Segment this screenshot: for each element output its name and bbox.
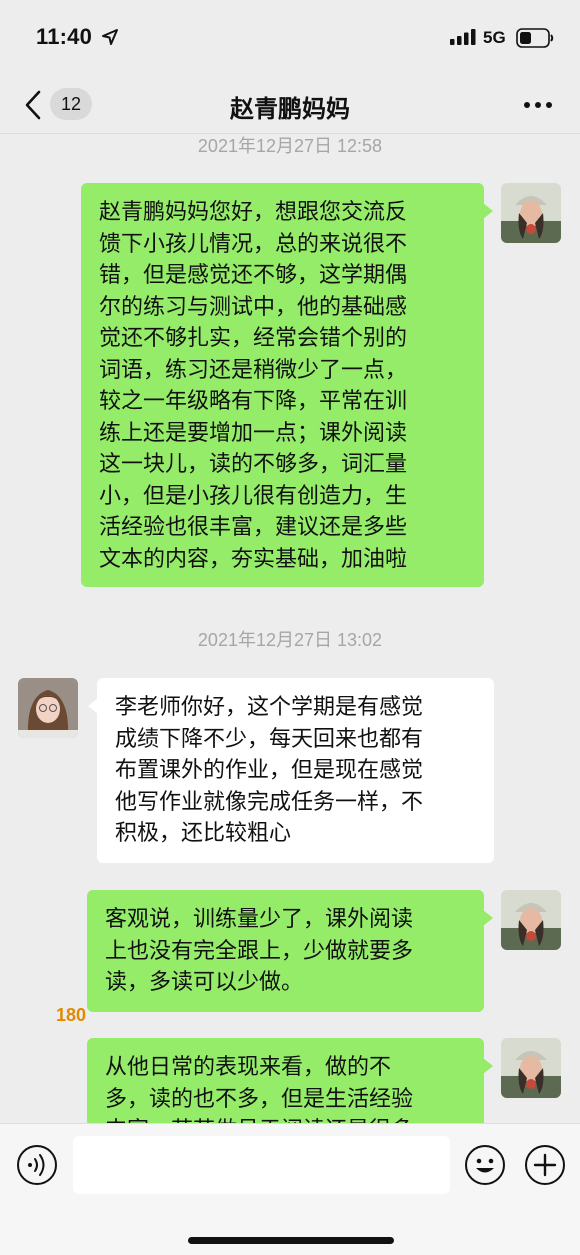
chat-message-list[interactable]: 2021年12月27日 12:58 赵青鹏妈妈您好，想跟您交流反 馈下小孩儿情况… <box>0 135 580 1123</box>
location-arrow-icon <box>102 29 118 45</box>
message-line: 赵青鹏妈妈您好，想跟您交流反 <box>99 200 408 225</box>
overlay-number-label: 180 <box>56 1005 87 1025</box>
message-input[interactable] <box>73 1136 450 1194</box>
message-line: 多，读的也不多，但是生活经验 <box>105 1086 414 1112</box>
message-line: 上也没有完全跟上，少做就要多 <box>105 938 414 964</box>
voice-icon[interactable] <box>16 1144 58 1186</box>
my-avatar[interactable] <box>501 183 561 243</box>
message-input-bar <box>0 1123 580 1255</box>
message-line: 练上还是要增加一点；课外阅读 <box>99 420 408 446</box>
message-line: 较之一年级略有下降，平常在训 <box>99 389 408 414</box>
message-line: 布置课外的作业，但是现在感觉 <box>115 758 424 783</box>
message-line: 积极，还比较粗心 <box>115 821 292 846</box>
message-line: 错，但是感觉还不够，这学期偶 <box>99 263 408 288</box>
message-timestamp: 2021年12月27日 12:58 <box>197 136 383 156</box>
message-line: 这一块儿，读的不够多，词汇量 <box>99 452 408 477</box>
more-icon[interactable] <box>523 101 553 109</box>
message-line: 词语，练习还是稍微少了一点， <box>99 357 408 383</box>
message-timestamp: 2021年12月27日 13:02 <box>197 630 383 650</box>
status-bar: 11:40 5G <box>0 0 580 76</box>
message-line: 小，但是小孩儿很有创造力，生 <box>99 483 408 509</box>
chat-title: 赵青鹏妈妈 <box>230 95 350 123</box>
my-avatar[interactable] <box>501 1038 561 1098</box>
message-line: 读，多读可以少做。 <box>105 970 304 995</box>
message-line: 李老师你好，这个学期是有感觉 <box>115 695 424 720</box>
message-line: 他写作业就像完成任务一样，不 <box>115 789 424 815</box>
message-line: 文本的内容，夯实基础，加油啦 <box>99 546 408 572</box>
outgoing-message-bubble[interactable]: 赵青鹏妈妈您好，想跟您交流反 馈下小孩儿情况，总的来说很不 错，但是感觉还不够，… <box>81 183 493 587</box>
emoji-icon[interactable] <box>464 1144 506 1186</box>
outgoing-message-bubble[interactable]: 客观说，训练量少了，课外阅读 上也没有完全跟上，少做就要多 读，多读可以少做。 <box>87 890 493 1012</box>
incoming-message-bubble[interactable]: 李老师你好，这个学期是有感觉 成绩下降不少，每天回来也都有 布置课外的作业，但是… <box>88 678 494 863</box>
battery-icon <box>516 28 554 48</box>
outgoing-message-bubble[interactable]: 从他日常的表现来看，做的不 多，读的也不多，但是生活经验 丰富，若若做号于阅读还… <box>87 1038 493 1123</box>
message-line: 客观说，训练量少了，课外阅读 <box>105 907 414 932</box>
message-line: 从他日常的表现来看，做的不 <box>105 1055 392 1080</box>
plus-icon[interactable] <box>524 1144 566 1186</box>
my-avatar[interactable] <box>501 890 561 950</box>
network-label: 5G <box>483 28 506 47</box>
message-line: 活经验也很丰富，建议还是多些 <box>99 515 408 540</box>
contact-avatar[interactable] <box>18 678 78 738</box>
message-line: 觉还不够扎实，经常会错个别的 <box>99 326 408 351</box>
home-indicator <box>188 1237 394 1244</box>
message-line: 馈下小孩儿情况，总的来说很不 <box>99 231 408 257</box>
chat-header: 12 赵青鹏妈妈 <box>0 76 580 134</box>
status-time: 11:40 <box>36 24 93 49</box>
message-line: 成绩下降不少，每天回来也都有 <box>115 726 424 752</box>
message-line: 丰富，若若做号于阅读还是很多 <box>105 1115 466 1123</box>
signal-icon <box>450 29 476 45</box>
message-line: 尔的练习与测试中，他的基础感 <box>99 294 408 320</box>
